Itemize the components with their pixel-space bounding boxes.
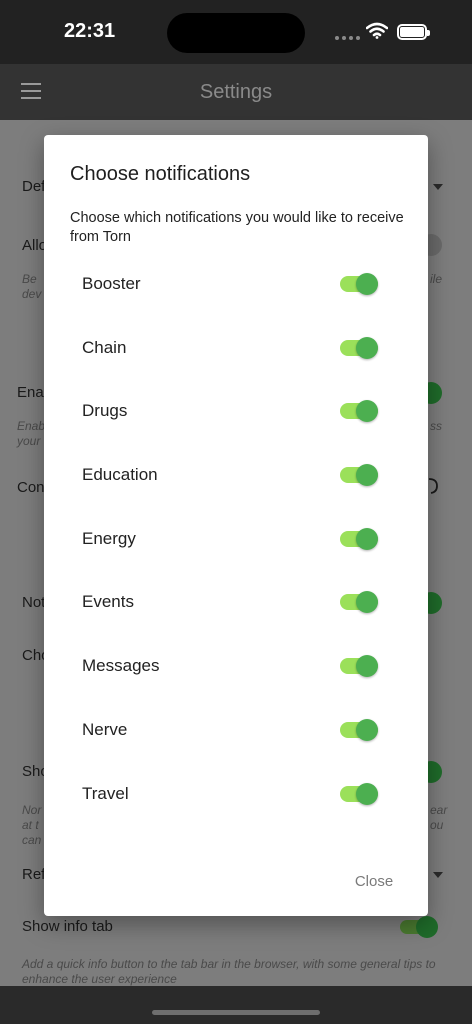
setting-description: Enab — [17, 419, 46, 433]
events-switch[interactable] — [340, 591, 378, 614]
setting-description: ile — [430, 272, 443, 286]
setting-description: can — [22, 833, 42, 847]
info-tab-description: Add a quick info button to the tab bar i… — [22, 957, 436, 986]
app-bar: Settings — [0, 64, 472, 120]
bottom-bar — [0, 986, 472, 1024]
notification-label: Nerve — [82, 719, 128, 739]
setting-description: ou — [430, 818, 444, 832]
notification-label: Chain — [82, 337, 127, 357]
notification-item-messages: Messages — [44, 635, 428, 699]
refresh-icon[interactable] — [426, 475, 440, 495]
dynamic-island — [167, 13, 305, 53]
notification-label: Booster — [82, 274, 141, 293]
dropdown-caret-icon — [433, 872, 443, 878]
notification-label: Travel — [82, 783, 129, 803]
setting-label: Not — [22, 594, 46, 611]
dialog-title: Choose notifications — [70, 163, 251, 185]
setting-label: Ena — [17, 384, 44, 401]
setting-description: ss — [430, 419, 442, 433]
cellular-signal-icon — [335, 36, 360, 40]
notification-item-nerve: Nerve — [44, 699, 428, 763]
notification-list: Booster Chain Drugs Education Energy Eve… — [44, 253, 428, 826]
booster-switch[interactable] — [340, 273, 378, 295]
status-bar: 22:31 — [0, 0, 472, 64]
messages-switch[interactable] — [340, 655, 378, 678]
notification-item-energy: Energy — [44, 508, 428, 572]
travel-switch[interactable] — [340, 782, 378, 805]
setting-description: your — [17, 434, 41, 448]
setting-label: Con — [17, 479, 45, 496]
close-button[interactable]: Close — [334, 869, 414, 893]
battery-icon — [397, 24, 430, 40]
info-tab-label: Show info tab — [22, 918, 113, 935]
setting-label: Ref — [22, 866, 46, 883]
notification-item-booster: Booster — [44, 253, 428, 317]
notification-item-chain: Chain — [44, 317, 428, 381]
notification-label: Events — [82, 592, 134, 612]
chain-switch[interactable] — [340, 336, 378, 359]
setting-description: at t — [22, 818, 39, 832]
energy-switch[interactable] — [340, 527, 378, 550]
setting-description: Nor — [22, 803, 42, 817]
dialog-subtitle: Choose which notifications you would lik… — [70, 210, 404, 245]
status-time: 22:31 — [64, 20, 116, 42]
notification-label: Messages — [82, 656, 160, 676]
education-switch[interactable] — [340, 464, 378, 487]
setting-description: Be — [22, 272, 37, 286]
page-title: Settings — [199, 81, 273, 103]
notification-item-events: Events — [44, 571, 428, 635]
setting-description: ear — [430, 803, 448, 817]
notification-label: Drugs — [82, 401, 128, 421]
notification-item-drugs: Drugs — [44, 380, 428, 444]
setting-label: Def — [22, 178, 46, 195]
notification-label: Energy — [82, 528, 136, 548]
choose-notifications-dialog: Choose notifications Choose which notifi… — [44, 135, 428, 916]
drugs-switch[interactable] — [340, 400, 378, 423]
notification-item-travel: Travel — [44, 763, 428, 827]
notification-item-education: Education — [44, 444, 428, 508]
notification-label: Education — [82, 465, 158, 485]
info-tab-toggle[interactable] — [400, 916, 438, 938]
nerve-switch[interactable] — [340, 718, 378, 741]
home-indicator[interactable] — [152, 1010, 320, 1015]
wifi-icon — [366, 22, 388, 39]
setting-description: dev — [22, 287, 42, 301]
dropdown-caret-icon — [433, 184, 443, 190]
